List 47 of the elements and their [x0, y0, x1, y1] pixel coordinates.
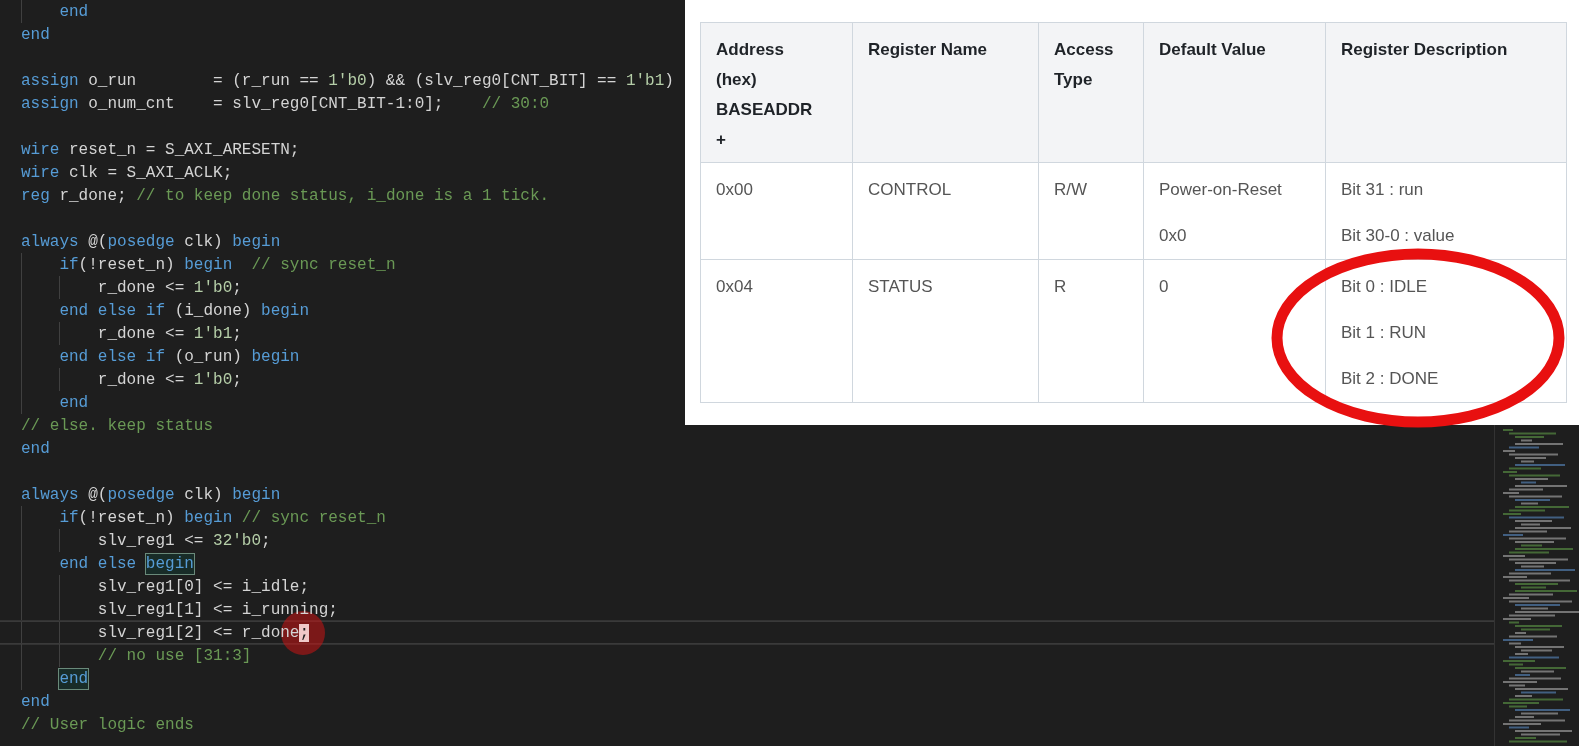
code-line: slv_reg1 <= 32'b0; [97, 530, 271, 552]
code-line: slv_reg1[2] <= r_done; [97, 621, 310, 644]
code-line: always @(posedge clk) begin [21, 484, 281, 506]
code-line: // no use [31:3] [97, 645, 252, 667]
code-line: // else. keep status [21, 415, 214, 437]
code-line: end [59, 392, 89, 414]
cell-text: Bit 31 : run [1341, 179, 1425, 201]
cell-text: 0x0 [1159, 225, 1188, 247]
cell-text: Bit 2 : DONE [1341, 368, 1440, 390]
cell-text: R [1054, 276, 1068, 298]
code-line: r_done <= 1'b1; [97, 323, 242, 345]
cell-text: Bit 0 : IDLE [1341, 276, 1428, 298]
code-line: slv_reg1[0] <= i_idle; [97, 576, 310, 598]
code-line: if(!reset_n) begin // sync reset_n [59, 254, 396, 276]
code-line: r_done <= 1'b0; [97, 277, 242, 299]
cell-text: 0 [1159, 276, 1170, 298]
cell-text: 0x04 [716, 276, 754, 298]
cell-text: Power-on-Reset [1159, 179, 1283, 201]
column-header: Default Value [1143, 22, 1326, 163]
code-line: end else if (o_run) begin [59, 346, 300, 368]
code-line: slv_reg1[1] <= i_running; [97, 599, 338, 621]
code-line: assign o_num_cnt = slv_reg0[CNT_BIT-1:0]; // 30:0 [21, 93, 550, 115]
code-line: end else if (i_done) begin [59, 300, 310, 322]
code-line: wire reset_n = S_AXI_ARESETN; [21, 139, 300, 161]
code-line: r_done <= 1'b0; [97, 369, 242, 391]
code-line: // User logic ends [21, 714, 194, 736]
code-line: end [21, 691, 50, 713]
cell-text: R/W [1054, 179, 1089, 201]
code-line: end else begin [59, 552, 194, 575]
code-line: assign o_run = (r_run == 1'b0) && (slv_reg0[CNT_BIT] == 1'b1) [21, 70, 674, 92]
column-header: Register Name [852, 22, 1039, 163]
code-line: reg r_done; // to keep done status, i_done is a 1 tick. [21, 185, 550, 207]
code-line: end [59, 1, 89, 23]
minimap[interactable] [1494, 425, 1579, 746]
code-line: end [21, 438, 50, 460]
code-line: always @(posedge clk) begin [21, 231, 281, 253]
cell-text: 0x00 [716, 179, 754, 201]
column-header: Address (hex) BASEADDR + [700, 22, 853, 163]
cell-text: STATUS [868, 276, 934, 298]
code-line: wire clk = S_AXI_ACLK; [21, 162, 233, 184]
column-header: Access Type [1038, 22, 1144, 163]
code-line: end [21, 24, 50, 46]
cell-text: CONTROL [868, 179, 953, 201]
code-line: if(!reset_n) begin // sync reset_n [59, 507, 386, 529]
cell-text: Bit 30-0 : value [1341, 225, 1456, 247]
cell-text: Bit 1 : RUN [1341, 322, 1428, 344]
column-header: Register Description [1325, 22, 1567, 163]
